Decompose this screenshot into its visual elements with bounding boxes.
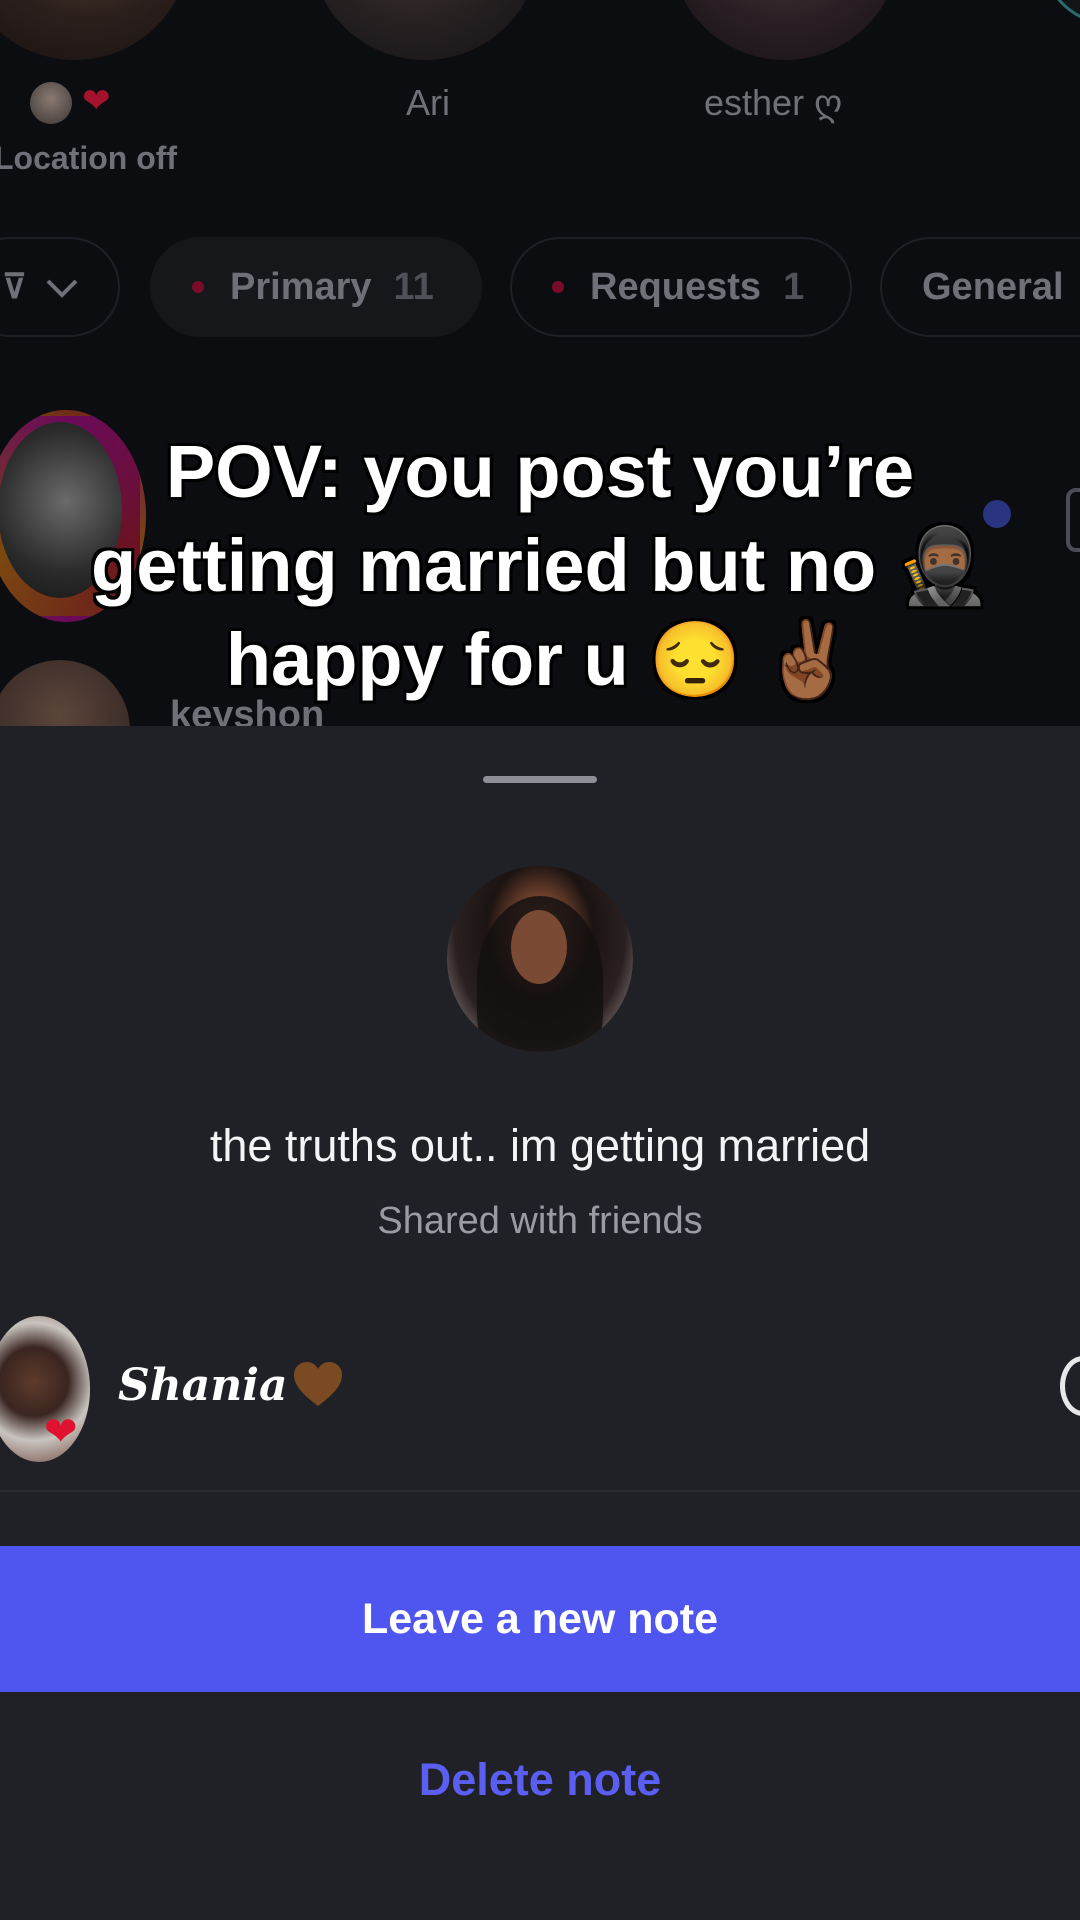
- tab-primary-count: 11: [393, 265, 434, 308]
- brown-heart-icon: [292, 1360, 344, 1410]
- overlay-caption: POV: you post you’re getting married but…: [91, 430, 989, 701]
- own-mini-avatar: [30, 82, 72, 124]
- delete-note-button[interactable]: Delete note: [0, 1740, 1080, 1820]
- unread-dot-icon: [552, 281, 564, 293]
- story-name-ari: Ari: [406, 82, 450, 123]
- tab-requests-label: Requests: [590, 265, 762, 308]
- story-avatar-next[interactable]: [1040, 0, 1080, 26]
- story-avatar-ari[interactable]: [310, 0, 540, 60]
- divider: [0, 1490, 1080, 1492]
- filter-icon: ⊽: [2, 268, 27, 306]
- sheet-grabber[interactable]: [483, 776, 597, 783]
- camera-icon[interactable]: [1066, 488, 1080, 552]
- unread-dot-icon: [192, 281, 204, 293]
- note-audience: Shared with friends: [377, 1200, 703, 1242]
- note-text: the truths out.. im getting married: [209, 1120, 871, 1171]
- tab-primary-label: Primary: [230, 265, 372, 308]
- tab-general[interactable]: General: [880, 237, 1080, 337]
- chevron-down-icon: [45, 266, 79, 309]
- leave-new-note-button[interactable]: Leave a new note: [0, 1546, 1080, 1692]
- story-avatar-own[interactable]: [0, 0, 190, 60]
- heart-icon: ❤: [82, 82, 111, 120]
- filter-button[interactable]: ⊽: [0, 237, 120, 337]
- tab-requests-count: 1: [783, 265, 805, 308]
- note-author-avatar: [447, 866, 633, 1052]
- tab-general-label: General: [922, 265, 1064, 308]
- heart-icon: ❤: [44, 1410, 78, 1454]
- story-name-esther: esther ღ: [704, 82, 843, 123]
- tab-requests[interactable]: Requests 1: [510, 237, 852, 337]
- avatar-face: [511, 910, 567, 984]
- story-avatar-esther[interactable]: [670, 0, 900, 60]
- reaction-name: Shania: [118, 1360, 288, 1411]
- own-story-status: Location off: [0, 140, 178, 176]
- tab-primary[interactable]: Primary 11: [150, 237, 482, 337]
